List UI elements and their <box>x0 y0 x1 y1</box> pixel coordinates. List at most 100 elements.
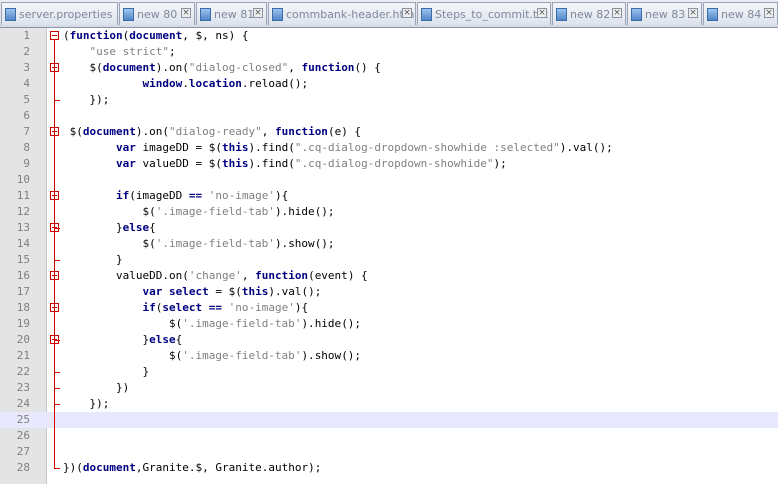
tab-label: new 82 <box>570 7 611 21</box>
code-line[interactable]: 28})(document,Granite.$, Granite.author)… <box>0 460 778 476</box>
tab-label: new 83 <box>645 7 686 21</box>
close-icon[interactable]: × <box>537 8 547 18</box>
code-line[interactable]: 12 $('.image-field-tab').hide(); <box>0 204 778 220</box>
fold-line <box>54 200 55 228</box>
tab-server-properties[interactable]: server.properties <box>1 2 118 25</box>
code-text: }else{ <box>63 333 183 346</box>
code-editor[interactable]: 1 (function(document, $, ns) { 2 "use stri… <box>0 28 778 484</box>
line-number: 19 <box>16 317 30 330</box>
close-icon[interactable]: × <box>764 8 774 18</box>
line-number: 8 <box>23 141 30 154</box>
code-text: }); <box>63 93 110 106</box>
code-text: window.location.reload(); <box>142 77 309 90</box>
line-number: 14 <box>16 237 30 250</box>
line-number: 20 <box>16 333 30 346</box>
code-line[interactable]: 18 if(select == 'no-image'){ <box>0 300 778 316</box>
tab-steps-to-commit[interactable]: Steps_to_commit.txt × <box>417 2 551 25</box>
close-icon[interactable]: × <box>181 8 191 18</box>
close-icon[interactable]: × <box>612 8 622 18</box>
tab-label: server.properties <box>19 7 113 21</box>
code-line[interactable]: 16 valueDD.on('change', function(event) … <box>0 268 778 284</box>
code-line[interactable]: 22 } <box>0 364 778 380</box>
close-icon[interactable]: × <box>253 8 263 18</box>
code-line[interactable]: 7 $(document).on("dialog-ready", functio… <box>0 124 778 140</box>
line-number: 1 <box>23 29 30 42</box>
tab-new-83[interactable]: new 83 × <box>627 2 702 25</box>
code-text: $('.image-field-tab').show(); <box>63 349 362 362</box>
code-text: (function(document, $, ns) { <box>63 29 249 42</box>
fold-line <box>54 232 55 260</box>
line-number: 12 <box>16 205 30 218</box>
code-line[interactable]: 26 <box>0 428 778 444</box>
code-text: }) <box>63 381 130 394</box>
code-line[interactable]: 3 $(document).on("dialog-closed", functi… <box>0 60 778 76</box>
line-number: 21 <box>16 349 30 362</box>
line-number: 5 <box>23 93 30 106</box>
fold-line <box>54 312 55 340</box>
tab-new-81[interactable]: new 81 × <box>196 2 267 25</box>
code-line[interactable]: 24 }); <box>0 396 778 412</box>
code-line[interactable]: 15 } <box>0 252 778 268</box>
code-line[interactable]: 10 <box>0 172 778 188</box>
code-text: } <box>63 365 150 378</box>
code-line[interactable]: 9 var valueDD = $(this).find(".cq-dialog… <box>0 156 778 172</box>
code-text: }); <box>63 397 110 410</box>
code-line[interactable]: 19 $('.image-field-tab').hide(); <box>0 316 778 332</box>
code-text: var select = $(this).val(); <box>142 285 322 298</box>
tab-label: new 84 <box>721 7 762 21</box>
file-icon <box>200 7 211 21</box>
code-text: $('.image-field-tab').hide(); <box>63 317 362 330</box>
fold-line <box>54 344 55 372</box>
code-line[interactable]: 11 if(imageDD == 'no-image'){ <box>0 188 778 204</box>
code-line[interactable]: 17 var select = $(this).val(); <box>0 284 778 300</box>
code-line[interactable]: 25 <box>0 412 778 428</box>
tab-new-82[interactable]: new 82 × <box>552 2 626 25</box>
fold-line <box>54 72 55 100</box>
code-line[interactable]: 20 }else{ <box>0 332 778 348</box>
line-number: 16 <box>16 269 30 282</box>
code-text: $(document).on("dialog-closed", function… <box>63 61 381 74</box>
line-number: 4 <box>23 77 30 90</box>
code-line[interactable]: 23 }) <box>0 380 778 396</box>
close-icon[interactable]: × <box>688 8 698 18</box>
fold-end-marker <box>54 100 60 101</box>
code-line[interactable]: 8 var imageDD = $(this).find(".cq-dialog… <box>0 140 778 156</box>
code-line[interactable]: 21 $('.image-field-tab').show(); <box>0 348 778 364</box>
code-text: }else{ <box>63 221 156 234</box>
code-text: if(imageDD == 'no-image'){ <box>115 189 289 202</box>
code-line[interactable]: 1 (function(document, $, ns) { <box>0 28 778 44</box>
code-line[interactable]: 4 window.location.reload(); <box>0 76 778 92</box>
tab-commbank-header[interactable]: commbank-header.html × <box>268 2 416 25</box>
code-text: $(document).on("dialog-ready", function(… <box>63 125 362 138</box>
code-text: $('.image-field-tab').show(); <box>63 237 335 250</box>
line-number: 17 <box>16 285 30 298</box>
tab-label: new 81 <box>214 7 255 21</box>
line-number: 2 <box>23 45 30 58</box>
line-number: 9 <box>23 157 30 170</box>
code-line[interactable]: 14 $('.image-field-tab').show(); <box>0 236 778 252</box>
code-line[interactable]: 2 "use strict"; <box>0 44 778 60</box>
code-line[interactable]: 6 <box>0 108 778 124</box>
fold-end-marker <box>54 388 60 389</box>
fold-end-marker <box>54 372 60 373</box>
line-number: 26 <box>16 429 30 442</box>
code-text: var imageDD = $(this).find(".cq-dialog-d… <box>115 141 613 154</box>
tab-new-84[interactable]: new 84 × <box>703 2 778 25</box>
fold-end-marker <box>54 340 60 341</box>
fold-end-marker <box>54 260 60 261</box>
line-number: 24 <box>16 397 30 410</box>
code-text: })(document,Granite.$, Granite.author); <box>63 461 322 474</box>
tab-new-80[interactable]: new 80 × <box>119 2 195 25</box>
file-icon <box>556 7 567 21</box>
file-icon <box>123 7 134 21</box>
code-text: "use strict"; <box>89 45 176 58</box>
line-number: 6 <box>23 109 30 122</box>
line-number: 23 <box>16 381 30 394</box>
code-line[interactable]: 5 }); <box>0 92 778 108</box>
line-number: 25 <box>16 413 30 426</box>
fold-toggle-icon[interactable] <box>50 31 59 40</box>
close-icon[interactable]: × <box>402 8 412 18</box>
code-line[interactable]: 27 <box>0 444 778 460</box>
code-line[interactable]: 13 }else{ <box>0 220 778 236</box>
line-number: 13 <box>16 221 30 234</box>
